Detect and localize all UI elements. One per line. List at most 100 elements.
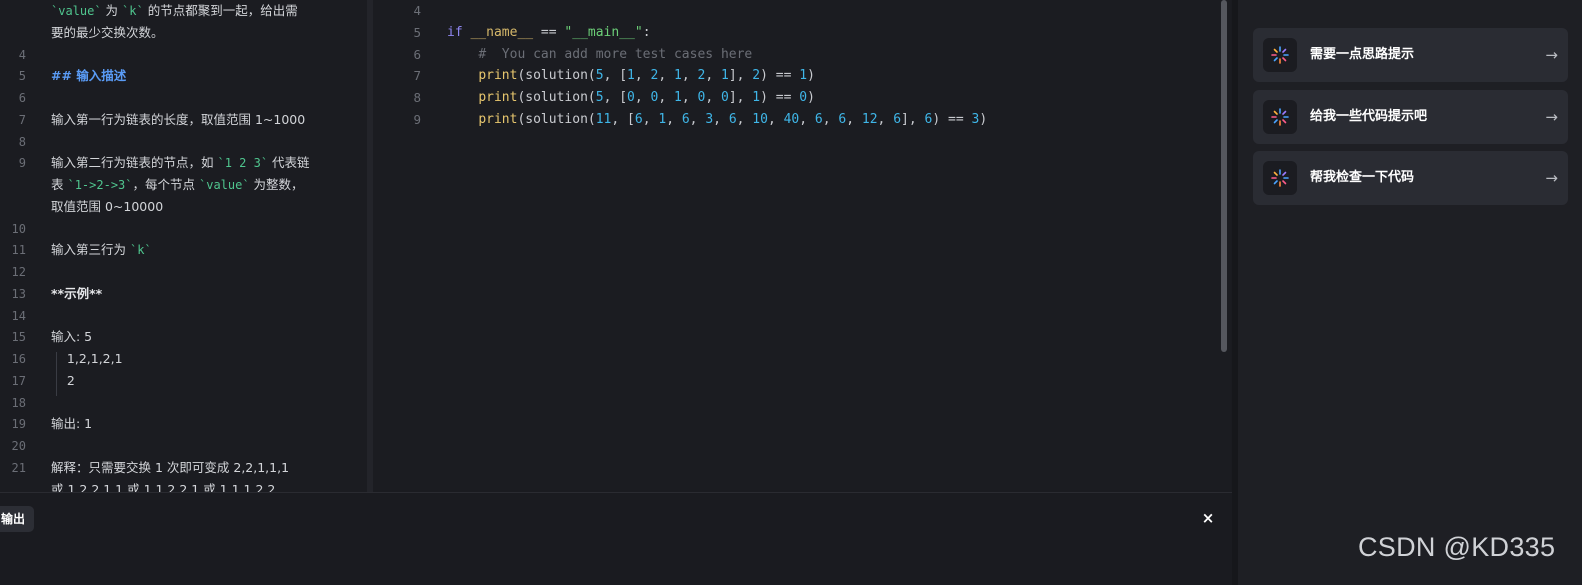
- code-token: 6: [681, 112, 690, 127]
- code-token: 0: [720, 90, 729, 106]
- code-text: # You can add more test cases here: [447, 44, 752, 66]
- md-segment: 输入第三行为: [51, 242, 130, 258]
- code-token: (solution(: [517, 90, 596, 106]
- code-token: 12: [861, 112, 878, 127]
- md-segment: 输入: 5: [51, 329, 93, 345]
- code-token: ==: [533, 24, 565, 40]
- md-segment: 为整数，: [249, 177, 304, 192]
- line-number: 7: [413, 68, 421, 84]
- line-number: 17: [11, 373, 26, 388]
- code-token: ],: [728, 68, 753, 84]
- code-token: ,: [705, 90, 721, 106]
- inline-code: `k`: [129, 243, 152, 258]
- inline-code: `k`: [122, 4, 144, 18]
- code-token: (solution(: [517, 112, 596, 127]
- close-icon[interactable]: ×: [1200, 509, 1216, 527]
- code-token: 5: [595, 90, 604, 106]
- code-token: 1: [720, 68, 729, 84]
- inline-code: `value`: [51, 4, 102, 18]
- code-line: 9 print(solution(11, [6, 1, 6, 3, 6, 10,…: [373, 109, 1231, 131]
- md-segment: 输入第一行为链表的长度，取值范围 1~1000: [51, 111, 306, 127]
- suggestion-code-hint-button[interactable]: 给我一些代码提示吧 →: [1253, 90, 1568, 144]
- suggestion-check-code-button[interactable]: 帮我检查一下代码 →: [1253, 151, 1568, 205]
- line-number: 16: [11, 352, 26, 366]
- md-segment: 或 1,2,2,1,1 或 1,1,2,2,1 或 1,1,1,2,2: [51, 481, 276, 493]
- md-segment: 取值范围 0~10000: [51, 198, 164, 214]
- markdown-text: 解释：只需要交换 1 次即可变成 2,2,1,1,1: [51, 457, 289, 479]
- line-number: 7: [18, 112, 26, 127]
- code-token: 1: [799, 68, 808, 84]
- arrow-right-icon: →: [1545, 169, 1558, 187]
- code-token: , [: [611, 112, 635, 127]
- problem-description-pane[interactable]: `value` 为 `k` 的节点都聚到一起，给出需 要的最少交换次数。 4 5 ## …: [0, 0, 367, 492]
- code-token: 0: [627, 90, 635, 106]
- line-number: 19: [11, 417, 26, 432]
- md-segment: 输出: 1: [51, 416, 93, 432]
- md-heading: ## 输入描述: [51, 68, 127, 84]
- line-number: 8: [413, 90, 421, 106]
- code-token: __name__: [470, 24, 534, 40]
- code-token: ,: [846, 112, 862, 127]
- markdown-text: 1,2,1,2,1: [51, 348, 123, 370]
- markdown-text: 或 1,2,2,1,1 或 1,1,2,2,1 或 1,1,1,2,2: [51, 479, 275, 493]
- code-token: ,: [658, 68, 675, 84]
- suggestion-label: 需要一点思路提示: [1310, 47, 1415, 62]
- suggestion-label: 帮我检查一下代码: [1310, 170, 1415, 185]
- sparkle-icon: [1263, 100, 1297, 134]
- code-token: (solution(: [517, 68, 596, 84]
- code-token: ,: [705, 68, 721, 84]
- code-token: 1: [658, 112, 667, 127]
- code-token: 6: [814, 112, 823, 127]
- code-token: ,: [666, 112, 682, 127]
- md-segment: 的节点都聚到一起，给出需: [143, 3, 298, 18]
- md-segment: 代表链: [268, 155, 310, 171]
- code-token: 11: [595, 112, 612, 127]
- markdown-text: 输入第一行为链表的长度，取值范围 1~1000: [51, 109, 305, 131]
- suggestion-hint-button[interactable]: 需要一点思路提示 →: [1253, 28, 1568, 82]
- code-token: ,: [642, 112, 659, 127]
- code-token: ,: [658, 90, 675, 106]
- inline-code: `1 2 3`: [217, 156, 269, 171]
- line-number: 21: [11, 460, 26, 475]
- code-token: 6: [634, 112, 643, 127]
- code-token: ): [807, 68, 815, 84]
- line-number: 4: [413, 3, 421, 18]
- sparkle-icon: [1263, 161, 1297, 195]
- line-number: 5: [18, 69, 26, 84]
- output-panel: 输出 ×: [0, 492, 1232, 585]
- code-token: ,: [634, 90, 651, 106]
- code-token: ],: [901, 112, 925, 127]
- suggestion-label: 给我一些代码提示吧: [1310, 109, 1428, 124]
- markdown-text: 表 `1->2->3`，每个节点 `value` 为整数，: [51, 174, 304, 196]
- editor-scrollbar[interactable]: [1221, 0, 1227, 352]
- code-token: ): [979, 112, 988, 127]
- code-token: ,: [634, 68, 651, 84]
- line-number: 18: [11, 395, 26, 410]
- code-token: ,: [713, 112, 729, 127]
- markdown-text: ## 输入描述: [51, 65, 126, 87]
- md-segment: 1,2,1,2,1: [51, 351, 123, 366]
- code-editor[interactable]: 4 5 if __name__ == "__main__": 6 # You can …: [373, 0, 1231, 490]
- line-number: 9: [413, 112, 421, 127]
- code-token: , [: [603, 68, 628, 84]
- code-token: print: [478, 90, 518, 106]
- code-token: ,: [736, 112, 753, 127]
- inline-code: `1->2->3`: [67, 178, 133, 192]
- code-token: print: [478, 112, 518, 127]
- md-segment: 要的最少交换次数。: [51, 24, 164, 40]
- code-token: if: [447, 24, 463, 40]
- markdown-text: 输入: 5: [51, 326, 92, 348]
- arrow-right-icon: →: [1545, 108, 1558, 126]
- sparkle-icon: [1263, 38, 1297, 72]
- code-token: ],: [728, 90, 753, 106]
- code-token: ,: [767, 112, 784, 127]
- code-token: 5: [595, 68, 604, 84]
- watermark: CSDN @KD335: [1358, 532, 1556, 562]
- markdown-text: 输出: 1: [51, 413, 92, 435]
- assistant-panel: 需要一点思路提示 → 给我一些代码提示吧 → 帮我检查一下代码 →: [1238, 0, 1582, 585]
- output-tab[interactable]: 输出: [0, 506, 34, 532]
- markdown-text: `value` 为 `k` 的节点都聚到一起，给出需: [51, 0, 298, 22]
